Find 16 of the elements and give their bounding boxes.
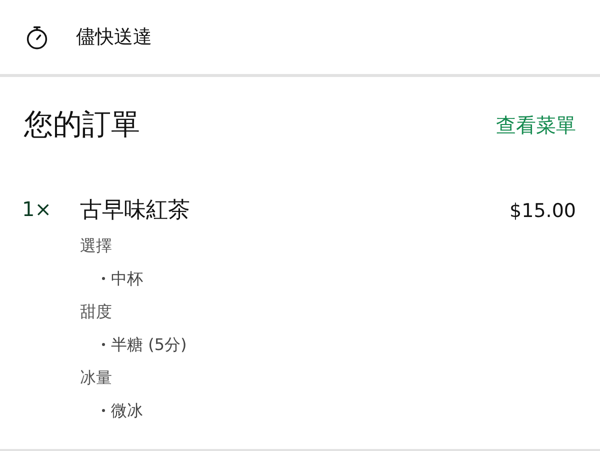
view-menu-link[interactable]: 查看菜單 (496, 112, 576, 138)
bullet-icon (102, 343, 105, 346)
order-title: 您的訂單 (24, 106, 140, 143)
option-label: 選擇 (80, 235, 113, 257)
bullet-icon (102, 277, 105, 280)
option-choice: 半糖 (5分) (111, 334, 187, 356)
stopwatch-icon (24, 24, 50, 50)
bullet-icon (102, 409, 105, 412)
delivery-label: 儘快送達 (76, 25, 152, 50)
item-quantity: 1× (22, 197, 52, 221)
item-price: $15.00 (510, 199, 576, 224)
option-choice: 微冰 (111, 400, 143, 422)
option-label: 甜度 (80, 301, 113, 323)
option-label: 冰量 (80, 367, 113, 389)
item-name: 古早味紅茶 (80, 197, 191, 225)
option-choice: 中杯 (111, 268, 143, 290)
